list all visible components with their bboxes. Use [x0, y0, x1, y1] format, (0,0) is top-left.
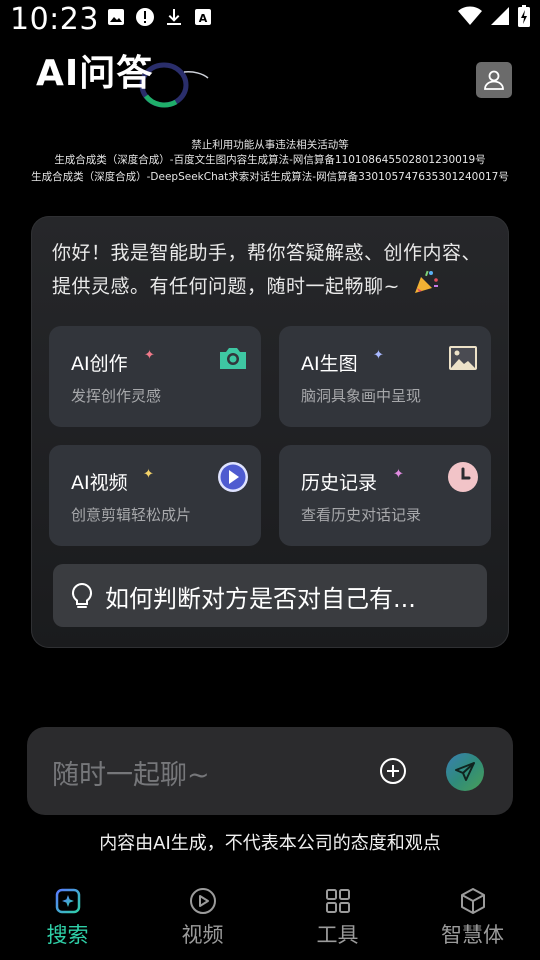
- feature-history[interactable]: 历史记录 ✦ 查看历史对话记录: [279, 445, 491, 546]
- question-text: 如何判断对方是否对自己有...: [105, 585, 416, 613]
- wifi-icon: [458, 6, 482, 30]
- download-notification-icon: [164, 7, 184, 31]
- suggested-question[interactable]: 如何判断对方是否对自己有...: [53, 564, 487, 627]
- send-icon: [455, 762, 475, 781]
- play-circle-icon: [189, 888, 216, 914]
- feature-ai-image[interactable]: AI生图 ✦ 脑洞具象画中呈现: [279, 326, 491, 427]
- alert-notification-icon: [135, 7, 155, 31]
- feature-title: 历史记录: [301, 472, 378, 494]
- feature-title: AI视频: [71, 472, 128, 494]
- play-icon: [218, 462, 248, 492]
- add-attachment-button[interactable]: [379, 757, 407, 785]
- sparkle-icon: ✦: [393, 467, 404, 482]
- notice-line-1: 禁止利用功能从事违法相关活动等: [191, 139, 349, 151]
- status-system-icons: [458, 5, 530, 31]
- logo-text: AI问答: [36, 53, 154, 94]
- nav-label: 智慧体: [441, 923, 504, 947]
- feature-desc: 发挥创作灵感: [71, 387, 162, 405]
- camera-icon: [220, 348, 246, 369]
- sparkle-icon: ✦: [143, 467, 154, 482]
- battery-charging-icon: [518, 5, 530, 31]
- status-time: 10:23: [10, 2, 99, 37]
- feature-ai-video[interactable]: AI视频 ✦ 创意剪辑轻松成片: [49, 445, 261, 546]
- feature-desc: 脑洞具象画中呈现: [301, 387, 422, 405]
- notice-line-3: 生成合成类（深度合成）-DeepSeekChat求索对话生成算法-网信算备330…: [31, 171, 509, 183]
- chat-input-placeholder[interactable]: 随时一起聊~: [52, 753, 210, 792]
- nav-tab-search[interactable]: 搜索: [0, 885, 135, 949]
- svg-text:A: A: [199, 12, 208, 25]
- photo-notification-icon: [106, 7, 126, 31]
- status-notification-icons: A: [106, 8, 213, 30]
- a-notification-icon: A: [193, 7, 213, 31]
- feature-title: AI创作: [71, 353, 128, 375]
- nav-label: 工具: [316, 923, 359, 947]
- feature-title: AI生图: [301, 353, 358, 375]
- app-logo: AI问答: [36, 52, 209, 110]
- signal-icon: [490, 6, 510, 30]
- notice-line-2: 生成合成类（深度合成）-百度文生图内容生成算法-网信算备110108645502…: [54, 154, 486, 166]
- nav-tab-agents[interactable]: 智慧体: [405, 885, 540, 949]
- sparkle-icon: ✦: [144, 348, 155, 363]
- lightbulb-icon: [71, 582, 93, 608]
- feature-desc: 创意剪辑轻松成片: [71, 506, 192, 524]
- grid-icon: [325, 889, 350, 913]
- nav-label: 视频: [181, 923, 224, 947]
- nav-tab-tools[interactable]: 工具: [270, 885, 405, 949]
- profile-button[interactable]: [476, 62, 512, 98]
- send-button[interactable]: [446, 753, 484, 791]
- greeting-text: 你好！我是智能助手，帮你答疑解惑、创作内容、提供灵感。有任何问题，随时一起畅聊~: [52, 237, 492, 305]
- sparkle-icon: ✦: [373, 348, 384, 363]
- party-popper-icon: [412, 269, 440, 305]
- nav-tab-video[interactable]: 视频: [135, 885, 270, 949]
- user-icon: [484, 70, 504, 90]
- feature-desc: 查看历史对话记录: [301, 506, 422, 524]
- clock-icon: [448, 462, 478, 492]
- nav-label: 搜索: [46, 923, 89, 947]
- image-icon: [449, 346, 477, 370]
- cube-icon: [460, 888, 485, 914]
- feature-ai-creation[interactable]: AI创作 ✦ 发挥创作灵感: [49, 326, 261, 427]
- search-sparkle-icon: [55, 888, 80, 914]
- chat-input-box[interactable]: 随时一起聊~: [27, 727, 513, 815]
- ai-disclaimer: 内容由AI生成，不代表本公司的态度和观点: [99, 833, 441, 854]
